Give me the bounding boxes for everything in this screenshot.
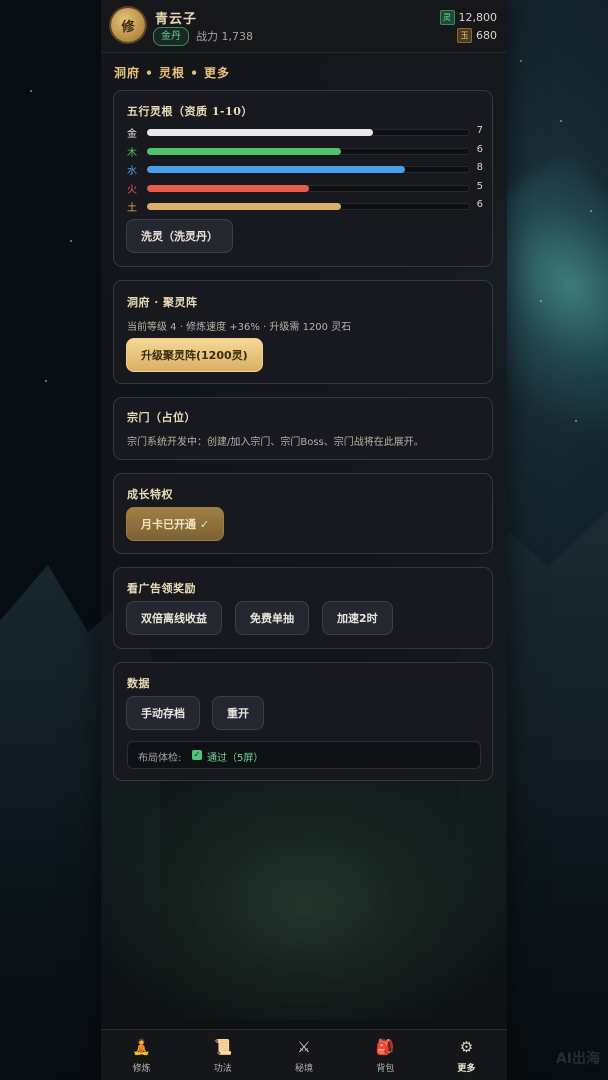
spirit-root-bar-fill bbox=[147, 129, 374, 136]
page-title: 洞府 • 灵根 • 更多 bbox=[114, 66, 231, 80]
speedup-2h-button[interactable]: 加速2时 bbox=[322, 601, 393, 635]
gear-icon: ⚙ bbox=[459, 1038, 474, 1056]
spirit-roots-card: 五行灵根（资质 1-10） 金7木6水8火5土6 洗灵（洗灵丹） bbox=[113, 90, 493, 267]
nav-tab-secret-realm[interactable]: ⚔ 秘境 bbox=[263, 1030, 344, 1080]
data-title: 数据 bbox=[127, 677, 150, 690]
jade-icon: 玉 bbox=[457, 28, 472, 43]
nav-tab-techniques[interactable]: 📜 功法 bbox=[182, 1030, 263, 1080]
spirit-root-bar bbox=[147, 203, 470, 210]
sect-info: 宗门系统开发中：创建/加入宗门、宗门Boss、宗门战将在此展开。 bbox=[127, 437, 424, 448]
growth-privilege-title: 成长特权 bbox=[127, 488, 173, 501]
cave-array-title: 洞府 · 聚灵阵 bbox=[127, 296, 198, 309]
growth-privilege-card: 成长特权 月卡已开通 ✓ bbox=[113, 473, 493, 554]
spirit-root-label: 木 bbox=[127, 147, 137, 159]
power-label: 战力 bbox=[196, 30, 218, 43]
spirit-root-label: 土 bbox=[127, 203, 137, 214]
manual-save-button[interactable]: 手动存档 bbox=[126, 696, 200, 730]
spirit-root-value: 8 bbox=[476, 162, 483, 173]
spirit-root-row: 土6 bbox=[127, 199, 483, 214]
checkmark-icon: ✓ bbox=[192, 750, 202, 760]
ad-rewards-card: 看广告领奖励 双倍离线收益 免费单抽 加速2时 bbox=[113, 567, 493, 649]
wash-roots-button[interactable]: 洗灵（洗灵丹） bbox=[126, 219, 233, 253]
backpack-icon: 🎒 bbox=[375, 1038, 395, 1056]
spirit-root-bar-fill bbox=[147, 203, 341, 210]
upgrade-array-button[interactable]: 升级聚灵阵(1200灵) bbox=[126, 338, 263, 372]
spirit-root-bar-fill bbox=[147, 166, 406, 173]
spirit-root-bar bbox=[147, 129, 470, 136]
realm-badge: 金丹 bbox=[153, 27, 189, 46]
pond-backdrop bbox=[101, 760, 507, 1020]
spirit-roots-title: 五行灵根（资质 1-10） bbox=[127, 105, 253, 118]
combat-power: 战力 1,738 bbox=[196, 28, 253, 44]
spirit-root-label: 水 bbox=[127, 166, 137, 177]
spirit-root-value: 7 bbox=[476, 125, 483, 136]
nav-tab-cultivate[interactable]: 🧘 修炼 bbox=[101, 1030, 182, 1080]
spirit-root-row: 金7 bbox=[127, 125, 483, 140]
nav-label: 背包 bbox=[376, 1064, 395, 1074]
monthly-card-button[interactable]: 月卡已开通 ✓ bbox=[126, 507, 225, 541]
scroll-icon: 📜 bbox=[213, 1038, 233, 1056]
main-column: 修 青云子 金丹 战力 1,738 灵 12,800 玉 680 洞府 • 灵根… bbox=[101, 0, 507, 1080]
jade-value: 680 bbox=[476, 29, 497, 42]
avatar[interactable]: 修 bbox=[111, 8, 145, 42]
nav-label: 更多 bbox=[457, 1064, 476, 1074]
data-card: 数据 手动存档 重开 布局体检: ✓ 通过（5屏） bbox=[113, 662, 493, 781]
sect-title: 宗门（占位） bbox=[127, 411, 196, 424]
spirit-root-bar bbox=[147, 184, 470, 192]
nav-tab-more[interactable]: ⚙ 更多 bbox=[426, 1030, 507, 1080]
spirit-root-row: 水8 bbox=[127, 162, 483, 177]
layout-check-label: 布局体检: bbox=[138, 753, 182, 764]
spirit-root-bar-fill bbox=[147, 184, 309, 192]
spirit-root-label: 火 bbox=[127, 184, 137, 196]
spirit-stone-icon: 灵 bbox=[439, 10, 455, 25]
sect-card: 宗门（占位） 宗门系统开发中：创建/加入宗门、宗门Boss、宗门战将在此展开。 bbox=[113, 397, 493, 460]
ad-rewards-title: 看广告领奖励 bbox=[127, 582, 196, 595]
nav-label: 功法 bbox=[213, 1064, 232, 1074]
power-value: 1,738 bbox=[221, 30, 254, 43]
spirit-root-bar bbox=[147, 166, 470, 173]
bottom-nav: 🧘 修炼 📜 功法 ⚔ 秘境 🎒 背包 ⚙ 更多 bbox=[101, 1029, 507, 1080]
spirit-root-value: 6 bbox=[476, 199, 483, 210]
cave-array-card: 洞府 · 聚灵阵 当前等级 4 · 修炼速度 +36% · 升级需 1200 灵… bbox=[113, 280, 493, 384]
spirit-stone-value: 12,800 bbox=[458, 11, 498, 24]
spirit-root-label: 金 bbox=[127, 129, 137, 140]
nav-tab-backpack[interactable]: 🎒 背包 bbox=[345, 1030, 426, 1080]
cave-array-info: 当前等级 4 · 修炼速度 +36% · 升级需 1200 灵石 bbox=[127, 322, 352, 333]
spirit-root-row: 火5 bbox=[127, 180, 483, 196]
spirit-stone-currency: 灵 12,800 bbox=[439, 10, 498, 25]
free-draw-button[interactable]: 免费单抽 bbox=[235, 601, 309, 635]
nav-label: 修炼 bbox=[132, 1064, 151, 1074]
crossed-swords-icon: ⚔ bbox=[297, 1038, 311, 1056]
nav-label: 秘境 bbox=[295, 1064, 314, 1074]
double-offline-button[interactable]: 双倍离线收益 bbox=[126, 601, 222, 635]
restart-button[interactable]: 重开 bbox=[212, 696, 264, 730]
jade-currency: 玉 680 bbox=[457, 28, 497, 43]
meditation-icon: 🧘 bbox=[132, 1038, 151, 1056]
layout-check-panel: 布局体检: ✓ 通过（5屏） bbox=[127, 741, 481, 769]
spirit-root-value: 5 bbox=[476, 180, 483, 192]
spirit-root-bar bbox=[147, 147, 470, 155]
player-header: 修 青云子 金丹 战力 1,738 灵 12,800 玉 680 bbox=[101, 0, 507, 53]
layout-check-status: 通过（5屏） bbox=[207, 753, 264, 764]
watermark: AI出海 bbox=[555, 1051, 600, 1067]
spirit-root-value: 6 bbox=[476, 143, 483, 155]
spirit-root-row: 木6 bbox=[127, 143, 483, 159]
spirit-root-bar-fill bbox=[147, 147, 341, 155]
player-name: 青云子 bbox=[155, 12, 198, 27]
